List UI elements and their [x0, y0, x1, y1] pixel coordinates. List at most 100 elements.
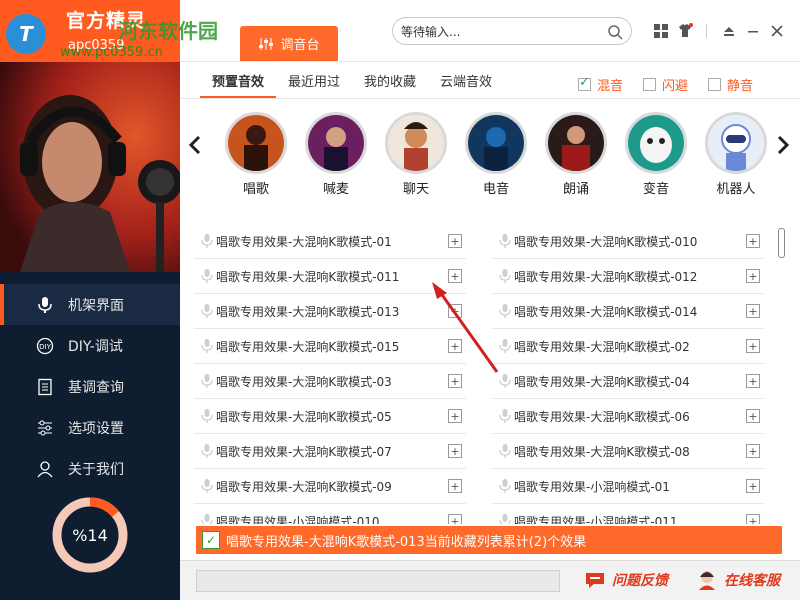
- header-divider: [180, 61, 800, 62]
- search-icon[interactable]: [607, 24, 623, 40]
- checkbox-box[interactable]: [578, 75, 591, 91]
- carousel-prev-icon[interactable]: [188, 133, 202, 157]
- add-favorite-button[interactable]: +: [746, 514, 760, 524]
- checkbox-mix[interactable]: 混音: [578, 75, 623, 94]
- effect-row[interactable]: 唱歌专用效果-大混响K歌模式-011 +: [194, 259, 466, 294]
- preset-label: 变音: [642, 182, 669, 197]
- effect-row[interactable]: 唱歌专用效果-大混响K歌模式-08 +: [492, 434, 764, 469]
- add-favorite-button[interactable]: +: [746, 269, 760, 283]
- effect-row[interactable]: 唱歌专用效果-大混响K歌模式-01 +: [194, 224, 466, 259]
- checkbox-duck[interactable]: 闪避: [643, 75, 688, 94]
- add-favorite-button[interactable]: +: [746, 409, 760, 423]
- effect-row[interactable]: 唱歌专用效果-大混响K歌模式-02 +: [492, 329, 764, 364]
- effect-row[interactable]: 唱歌专用效果-大混响K歌模式-05 +: [194, 399, 466, 434]
- add-favorite-button[interactable]: +: [448, 514, 462, 524]
- effect-row[interactable]: 唱歌专用效果-大混响K歌模式-03 +: [194, 364, 466, 399]
- effect-row[interactable]: 唱歌专用效果-大混响K歌模式-015 +: [194, 329, 466, 364]
- add-favorite-button[interactable]: +: [746, 339, 760, 353]
- mic-icon: [200, 233, 214, 249]
- preset-label: 喊麦: [322, 182, 349, 197]
- tab-presets[interactable]: 预置音效: [200, 70, 277, 98]
- list-scrollbar[interactable]: [778, 224, 786, 524]
- tab-recent[interactable]: 最近用过: [276, 70, 352, 98]
- effect-name: 唱歌专用效果-小混响模式-010: [216, 514, 380, 525]
- preset-chat[interactable]: 聊天: [376, 112, 456, 197]
- add-favorite-button[interactable]: +: [448, 339, 462, 353]
- checkbox-box[interactable]: [643, 78, 657, 91]
- checkbox-box[interactable]: [708, 78, 722, 91]
- effect-row[interactable]: 唱歌专用效果-大混响K歌模式-04 +: [492, 364, 764, 399]
- collapse-icon[interactable]: [720, 22, 738, 40]
- sidebar-item-label: 基调查询: [68, 379, 124, 396]
- close-icon[interactable]: [768, 22, 786, 40]
- sidebar-item-key-query[interactable]: 基调查询: [0, 366, 180, 407]
- sliders-icon: [36, 419, 54, 437]
- support-link[interactable]: 在线客服: [696, 569, 780, 591]
- sidebar-item-label: 选项设置: [68, 420, 124, 437]
- effect-row[interactable]: 唱歌专用效果-大混响K歌模式-014 +: [492, 294, 764, 329]
- effect-row[interactable]: 唱歌专用效果-大混响K歌模式-013 +: [194, 294, 466, 329]
- preset-label: 聊天: [402, 182, 429, 197]
- effect-row[interactable]: 唱歌专用效果-大混响K歌模式-012 +: [492, 259, 764, 294]
- mic-icon: [200, 478, 214, 494]
- preset-electro[interactable]: 电音: [456, 112, 536, 197]
- hero-singer-image: [0, 62, 180, 272]
- effect-row[interactable]: 唱歌专用效果-小混响模式-01 +: [492, 469, 764, 504]
- add-favorite-button[interactable]: +: [448, 409, 462, 423]
- tab-tuning-label: 调音台: [280, 38, 320, 53]
- add-favorite-button[interactable]: +: [448, 444, 462, 458]
- carousel-next-icon[interactable]: [776, 133, 790, 157]
- scrollbar-thumb[interactable]: [778, 228, 785, 258]
- tab-favorites[interactable]: 我的收藏: [352, 70, 428, 98]
- search-input[interactable]: 等待输入...: [392, 17, 632, 45]
- sidebar-item-about[interactable]: 关于我们: [0, 448, 180, 489]
- watermark-url: www.pc0359.cn: [60, 45, 163, 60]
- effect-name: 唱歌专用效果-大混响K歌模式-01: [216, 234, 392, 249]
- add-favorite-button[interactable]: +: [448, 234, 462, 248]
- mic-icon: [498, 338, 512, 354]
- effect-list: 唱歌专用效果-大混响K歌模式-01 + 唱歌专用效果-大混响K歌模式-011 + 唱歌专…: [194, 224, 774, 524]
- effect-name: 唱歌专用效果-大混响K歌模式-010: [514, 234, 698, 249]
- add-favorite-button[interactable]: +: [448, 269, 462, 283]
- effect-name: 唱歌专用效果-大混响K歌模式-015: [216, 339, 400, 354]
- add-favorite-button[interactable]: +: [746, 304, 760, 318]
- add-favorite-button[interactable]: +: [746, 234, 760, 248]
- effect-name: 唱歌专用效果-大混响K歌模式-02: [514, 339, 690, 354]
- effect-name: 唱歌专用效果-大混响K歌模式-06: [514, 409, 690, 424]
- preset-shout[interactable]: 喊麦: [296, 112, 376, 197]
- preset-voice-change[interactable]: 变音: [616, 112, 696, 197]
- skin-icon[interactable]: [676, 22, 694, 40]
- add-favorite-button[interactable]: +: [448, 304, 462, 318]
- grid-icon[interactable]: [652, 22, 670, 40]
- add-favorite-button[interactable]: +: [746, 444, 760, 458]
- tab-cloud[interactable]: 云端音效: [428, 70, 504, 98]
- effect-row[interactable]: 唱歌专用效果-大混响K歌模式-06 +: [492, 399, 764, 434]
- app-logo: T: [6, 14, 46, 54]
- add-favorite-button[interactable]: +: [746, 374, 760, 388]
- mic-icon: [200, 443, 214, 459]
- effect-row[interactable]: 唱歌专用效果-小混响模式-011 +: [492, 504, 764, 524]
- sidebar-item-diy[interactable]: DIY DIY-调试: [0, 325, 180, 366]
- footer-input[interactable]: [196, 570, 560, 592]
- effect-row[interactable]: 唱歌专用效果-大混响K歌模式-09 +: [194, 469, 466, 504]
- footer-bar: 问题反馈 在线客服: [180, 560, 800, 600]
- mic-icon: [200, 513, 214, 524]
- minimize-icon[interactable]: [744, 22, 762, 40]
- effect-row[interactable]: 唱歌专用效果-小混响模式-010 +: [194, 504, 466, 524]
- preset-avatar: [705, 112, 767, 174]
- add-favorite-button[interactable]: +: [448, 374, 462, 388]
- add-favorite-button[interactable]: +: [448, 479, 462, 493]
- tab-tuning[interactable]: 调音台: [240, 26, 338, 61]
- preset-sing[interactable]: 唱歌: [216, 112, 296, 197]
- checkbox-mute[interactable]: 静音: [708, 75, 753, 94]
- mic-icon: [498, 443, 512, 459]
- feedback-link[interactable]: 问题反馈: [584, 569, 668, 591]
- effect-row[interactable]: 唱歌专用效果-大混响K歌模式-010 +: [492, 224, 764, 259]
- preset-robot[interactable]: 机器人: [696, 112, 776, 197]
- add-favorite-button[interactable]: +: [746, 479, 760, 493]
- effect-row[interactable]: 唱歌专用效果-大混响K歌模式-07 +: [194, 434, 466, 469]
- sidebar-item-settings[interactable]: 选项设置: [0, 407, 180, 448]
- feedback-label: 问题反馈: [612, 573, 668, 589]
- sidebar-item-rack[interactable]: 机架界面: [0, 284, 180, 325]
- preset-recite[interactable]: 朗诵: [536, 112, 616, 197]
